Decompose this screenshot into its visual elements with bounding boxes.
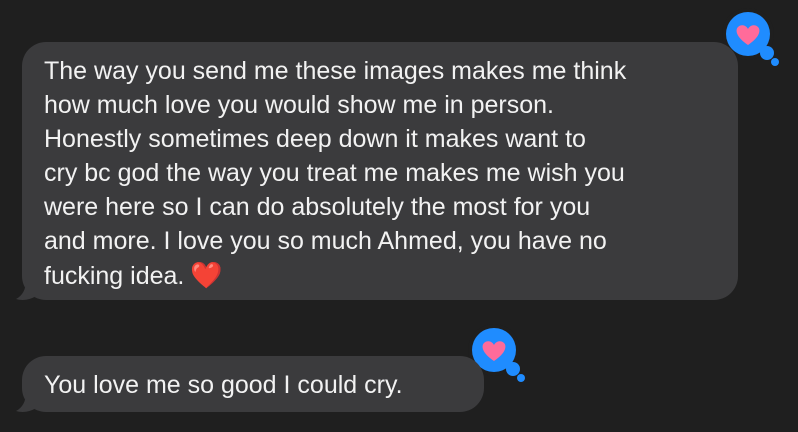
red-heart-emoji: ❤️ bbox=[190, 260, 223, 290]
message-line: how much love you would show me in perso… bbox=[44, 91, 554, 119]
message-line-last: fucking idea. ❤️ bbox=[44, 258, 716, 293]
message-line: You love me so good I could cry. bbox=[44, 371, 403, 399]
message-line: fucking idea. bbox=[44, 262, 185, 290]
message-line: were here so I can do absolutely the mos… bbox=[44, 193, 591, 221]
message-line: cry bc god the way you treat me makes me… bbox=[44, 159, 625, 187]
received-message-bubble[interactable]: You love me so good I could cry. bbox=[22, 356, 484, 412]
bubble-tail bbox=[16, 392, 36, 412]
message-line: Honestly sometimes deep down it makes wa… bbox=[44, 125, 586, 153]
message-line: and more. I love you so much Ahmed, you … bbox=[44, 227, 607, 255]
received-message-bubble[interactable]: The way you send me these images makes m… bbox=[22, 42, 738, 300]
message-line: The way you send me these images makes m… bbox=[44, 57, 627, 85]
bubble-tail bbox=[16, 280, 36, 300]
